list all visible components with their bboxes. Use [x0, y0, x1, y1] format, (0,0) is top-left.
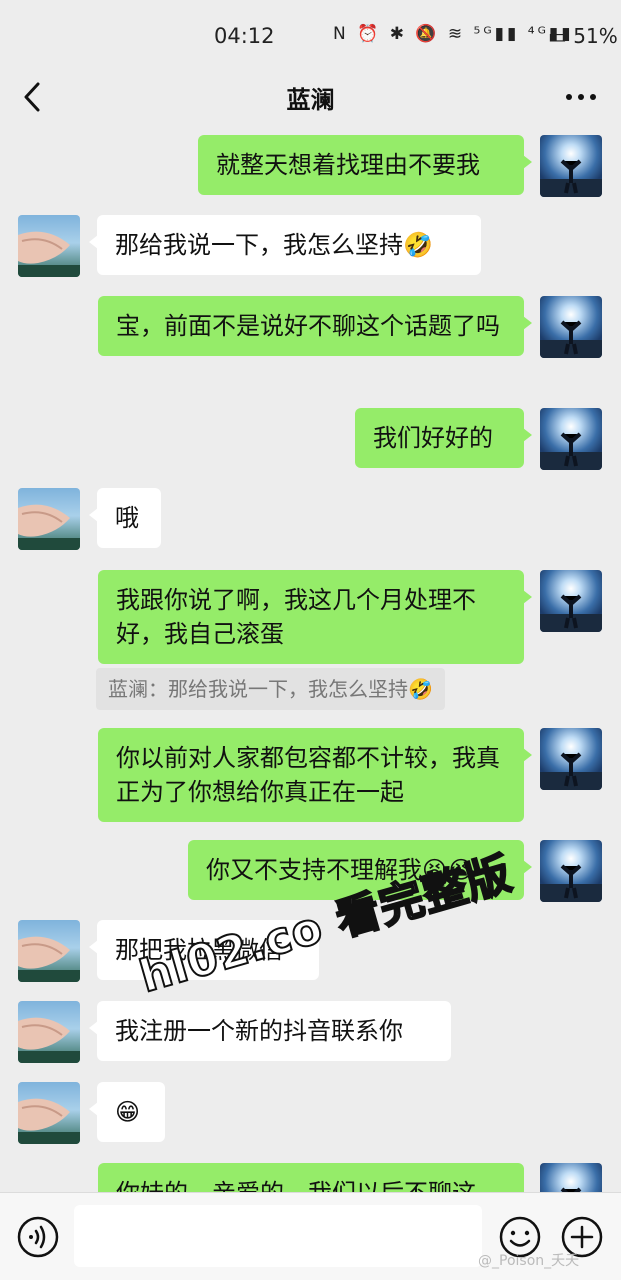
more-dots-icon[interactable] [563, 82, 599, 112]
my-avatar[interactable] [540, 408, 602, 470]
voice-icon[interactable] [16, 1215, 60, 1259]
my-avatar[interactable] [540, 570, 602, 632]
message-text: 我跟你说了啊，我这几个月处理不好，我自己滚蛋 [116, 586, 476, 648]
contact-avatar[interactable] [18, 488, 80, 550]
rofl-emoji-icon: 🤣 [403, 231, 433, 259]
my-avatar[interactable] [540, 296, 602, 358]
message-bubble-sent[interactable]: 宝，前面不是说好不聊这个话题了吗 [98, 296, 532, 356]
chat-header: 蓝澜 [0, 68, 621, 126]
battery-indicator: ▭ 51% [548, 24, 618, 48]
message-bubble-sent[interactable]: 我跟你说了啊，我这几个月处理不好，我自己滚蛋 [98, 570, 532, 664]
my-avatar[interactable] [540, 1163, 602, 1192]
message-text: 那给我说一下，我怎么坚持 [115, 231, 403, 259]
grinning-emoji-icon: 😁 [115, 1098, 141, 1126]
status-time: 04:12 [214, 24, 275, 48]
status-bar: 04:12 N ⏰ ✱ 🔕 ≋ ⁵ᴳ▮▮ ⁴ᴳ▮▮ ▭ 51% [0, 0, 621, 68]
message-bubble-received[interactable]: 那给我说一下，我怎么坚持🤣 [89, 215, 481, 275]
rofl-emoji-icon: 🤣 [408, 677, 433, 701]
contact-avatar[interactable] [18, 1001, 80, 1063]
message-bubble-received[interactable]: 哦 [89, 488, 161, 548]
message-input[interactable] [74, 1205, 482, 1267]
chat-area[interactable]: 就整天想着找理由不要我 那给我说一下，我怎么坚持🤣 宝，前面不是说好不聊这个话题… [0, 126, 621, 1192]
message-text: 你妹的，亲爱的，我们以后不聊这 [116, 1179, 476, 1192]
message-text: 我注册一个新的抖音联系你 [115, 1017, 403, 1045]
message-bubble-sent[interactable]: 你妹的，亲爱的，我们以后不聊这 [98, 1163, 524, 1192]
message-bubble-sent[interactable]: 就整天想着找理由不要我 [198, 135, 532, 195]
message-text: 就整天想着找理由不要我 [216, 151, 480, 179]
message-text: 你以前对人家都包容都不计较，我真正为了你想给你真正在一起 [116, 744, 500, 806]
chat-title: 蓝澜 [286, 86, 335, 114]
contact-avatar[interactable] [18, 920, 80, 982]
contact-avatar[interactable] [18, 215, 80, 277]
my-avatar[interactable] [540, 135, 602, 197]
message-bubble-received[interactable]: 😁 [89, 1082, 165, 1142]
message-text: 宝，前面不是说好不聊这个话题了吗 [116, 312, 500, 340]
message-text: 我们好好的 [373, 424, 493, 452]
my-avatar[interactable] [540, 728, 602, 790]
message-bubble-sent[interactable]: 我们好好的 [355, 408, 532, 468]
message-bubble-sent[interactable]: 你以前对人家都包容都不计较，我真正为了你想给你真正在一起 [98, 728, 532, 822]
message-text: 哦 [115, 504, 139, 532]
message-bubble-received[interactable]: 我注册一个新的抖音联系你 [89, 1001, 451, 1061]
my-avatar[interactable] [540, 840, 602, 902]
source-watermark: @_Poison_夭夭 [478, 1253, 580, 1269]
quoted-message[interactable]: 蓝澜：那给我说一下，我怎么坚持🤣 [96, 668, 445, 710]
quote-text: 蓝澜：那给我说一下，我怎么坚持 [108, 677, 408, 701]
contact-avatar[interactable] [18, 1082, 80, 1144]
status-icons: N ⏰ ✱ 🔕 ≋ ⁵ᴳ▮▮ ⁴ᴳ▮▮ [333, 24, 574, 44]
